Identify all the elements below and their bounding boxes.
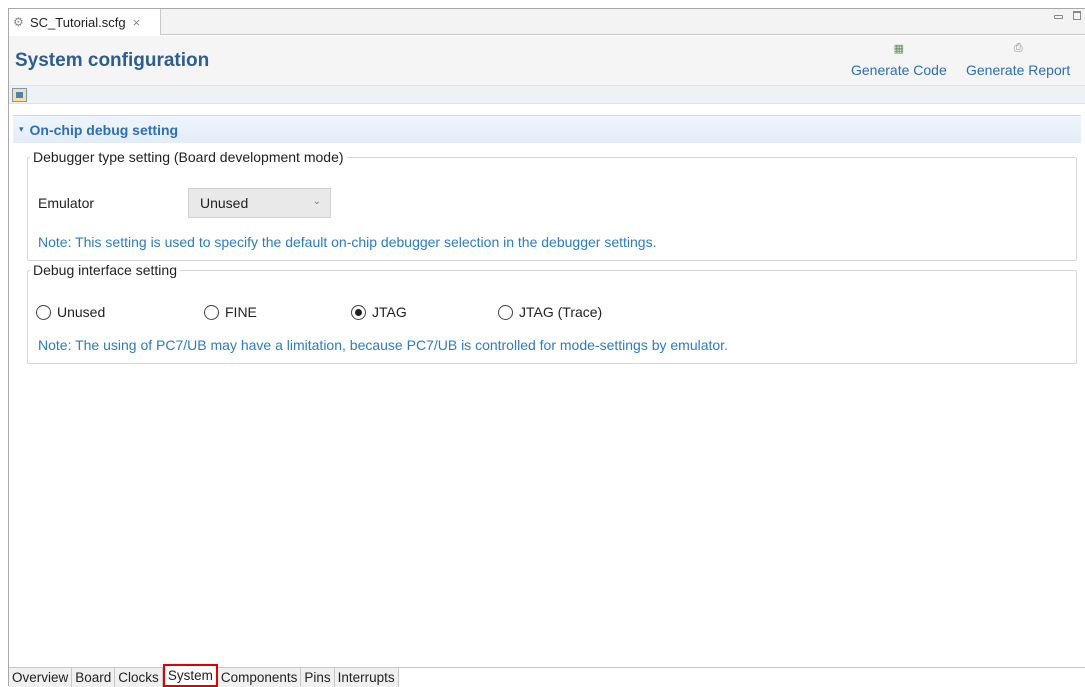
radio-unused-label: Unused [57, 304, 106, 320]
editor-tab-title: SC_Tutorial.scfg [30, 14, 126, 30]
tab-pins[interactable]: Pins [301, 668, 335, 687]
page-header: System configuration ▦ Generate Code ⎙ G… [9, 36, 1085, 86]
debugger-type-group: Debugger type setting (Board development… [27, 149, 1077, 261]
radio-jtag[interactable]: JTAG [351, 304, 407, 320]
radio-fine[interactable]: FINE [204, 304, 257, 320]
maximize-icon[interactable] [1073, 11, 1081, 20]
radio-jtag-trace-label: JTAG (Trace) [519, 304, 603, 320]
debug-interface-legend: Debug interface setting [33, 262, 177, 278]
emulator-select[interactable]: Unused ⌄ [188, 188, 331, 218]
collapse-caret-icon: ▾ [19, 124, 24, 134]
tab-board[interactable]: Board [72, 668, 116, 687]
gear-icon: ⚙ [13, 14, 24, 29]
printer-icon: ⎙ [1013, 42, 1023, 54]
radio-unused[interactable]: Unused [36, 304, 105, 320]
emulator-select-value: Unused [200, 195, 249, 211]
window-controls [1054, 11, 1081, 20]
document-icon[interactable] [12, 88, 27, 102]
secondary-toolbar [9, 86, 1085, 104]
editor-tab-bar: ⚙ SC_Tutorial.scfg × [9, 9, 1085, 35]
radio-unused-circle[interactable] [36, 304, 51, 320]
generate-code-label: Generate Code [851, 62, 947, 78]
radio-jtag-label: JTAG [372, 304, 407, 320]
radio-jtag-circle[interactable] [351, 304, 366, 320]
radio-jtag-trace-circle[interactable] [498, 304, 513, 320]
editor-window: ⚙ SC_Tutorial.scfg × System configuratio… [8, 8, 1085, 687]
tab-overview[interactable]: Overview [9, 668, 73, 687]
debugger-type-legend: Debugger type setting (Board development… [33, 149, 344, 165]
debug-interface-note: Note: The using of PC7/UB may have a lim… [38, 337, 728, 353]
radio-fine-label: FINE [225, 304, 257, 320]
generate-report-label: Generate Report [966, 62, 1071, 78]
page-title: System configuration [15, 50, 210, 71]
section-title: On-chip debug setting [29, 121, 179, 138]
minimize-icon[interactable] [1054, 15, 1063, 19]
generate-report-button[interactable]: ⎙ Generate Report [966, 42, 1070, 78]
tab-interrupts[interactable]: Interrupts [334, 668, 399, 687]
bottom-tab-bar: Overview Board Clocks System Components … [9, 664, 1085, 687]
tab-clocks[interactable]: Clocks [115, 668, 163, 687]
radio-fine-circle[interactable] [204, 304, 219, 320]
close-icon[interactable]: × [133, 15, 141, 30]
editor-tab-sc-tutorial[interactable]: ⚙ SC_Tutorial.scfg × [9, 9, 161, 35]
generate-code-button[interactable]: ▦ Generate Code [851, 42, 947, 78]
debug-interface-group: Debug interface setting Unused FINE JTAG… [27, 262, 1077, 364]
debugger-type-note: Note: This setting is used to specify th… [38, 234, 657, 250]
generate-code-icon: ▦ [893, 43, 905, 55]
emulator-label: Emulator [38, 195, 95, 211]
section-header-on-chip-debug[interactable]: ▾ On-chip debug setting [13, 115, 1081, 143]
tab-system[interactable]: System [162, 664, 218, 687]
chevron-down-icon: ⌄ [312, 196, 321, 207]
tab-components[interactable]: Components [217, 668, 302, 687]
radio-jtag-trace[interactable]: JTAG (Trace) [498, 304, 602, 320]
